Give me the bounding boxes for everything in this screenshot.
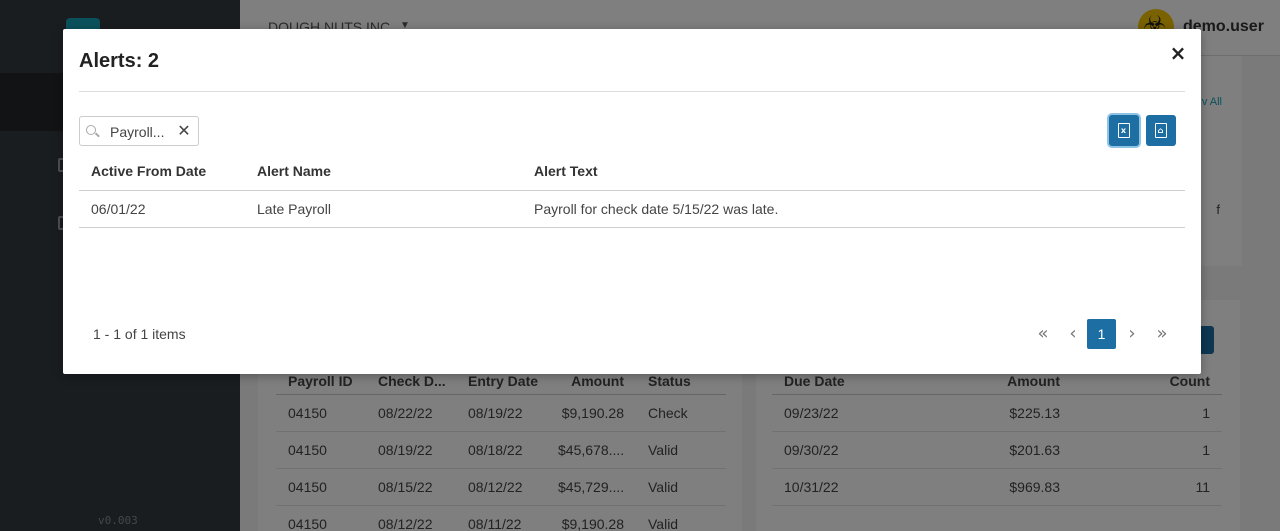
alerts-modal: Alerts: 2 × Payroll... ✕ x ⌂ Active From… [63, 29, 1201, 374]
modal-title: Alerts: 2 [79, 50, 160, 72]
column-header[interactable]: Alert Text [522, 153, 1185, 191]
search-value[interactable]: Payroll... [110, 124, 166, 140]
clear-icon[interactable]: ✕ [176, 122, 192, 140]
search-icon [86, 125, 96, 135]
pdf-icon: ⌂ [1155, 123, 1167, 138]
excel-icon: x [1118, 123, 1130, 138]
search-input[interactable]: Payroll... ✕ [79, 116, 199, 146]
alerts-table: Active From Date Alert Name Alert Text 06/… [79, 153, 1185, 228]
close-icon[interactable]: × [1168, 43, 1188, 63]
last-page-icon[interactable]: » [1147, 319, 1177, 349]
table-cell: Late Payroll [245, 190, 522, 228]
pager-info: 1 - 1 of 1 items [93, 326, 186, 342]
table-cell: Payroll for check date 5/15/22 was late. [522, 190, 1185, 228]
column-header[interactable]: Alert Name [245, 153, 522, 191]
prev-page-icon[interactable]: ‹ [1058, 319, 1088, 349]
next-page-icon[interactable]: › [1117, 319, 1147, 349]
first-page-icon[interactable]: « [1028, 319, 1058, 349]
table-row[interactable]: 06/01/22 Late Payroll Payroll for check da… [79, 190, 1185, 228]
export-excel-button[interactable]: x [1109, 115, 1139, 146]
export-pdf-button[interactable]: ⌂ [1146, 115, 1176, 146]
table-cell: 06/01/22 [79, 190, 245, 228]
divider [79, 91, 1185, 92]
column-header[interactable]: Active From Date [79, 153, 245, 191]
page-button-current[interactable]: 1 [1087, 319, 1116, 349]
